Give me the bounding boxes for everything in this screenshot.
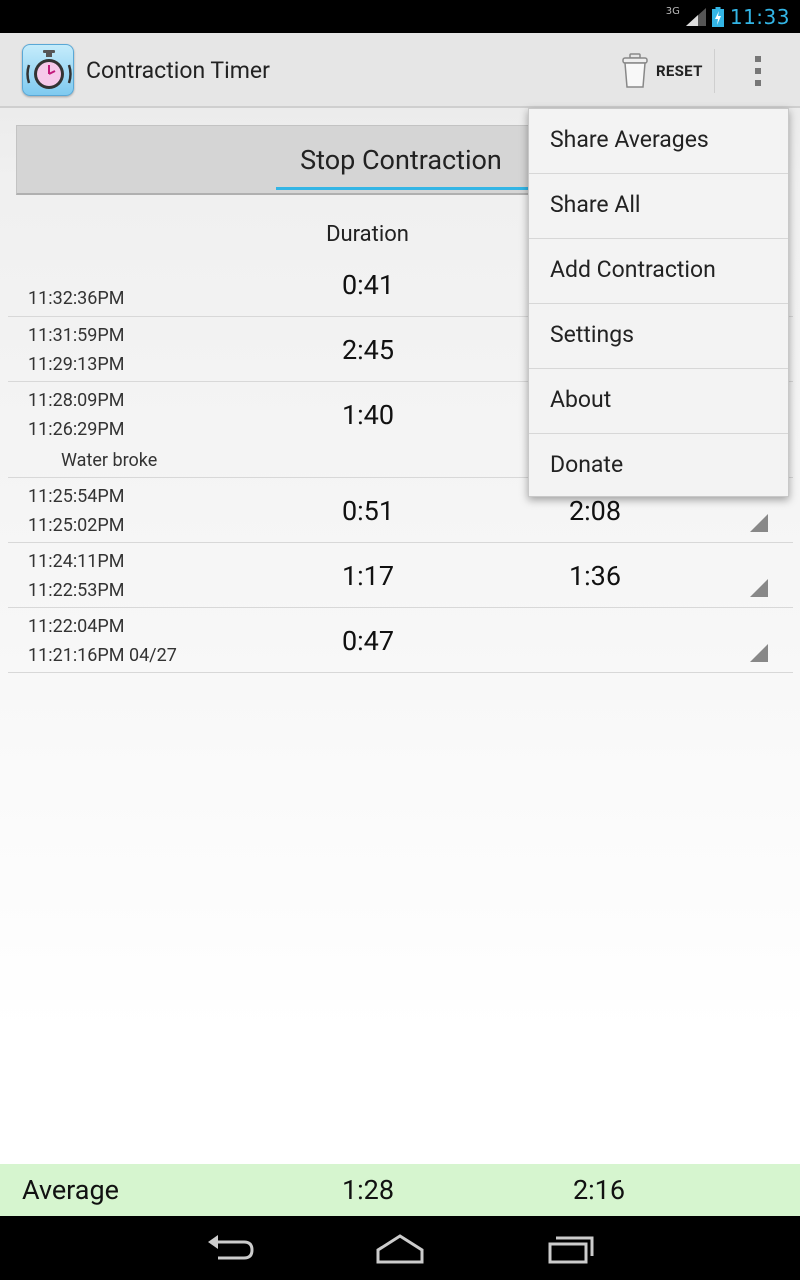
reset-button[interactable]: RESET xyxy=(612,45,712,97)
menu-item-share-averages[interactable]: Share Averages xyxy=(529,109,788,174)
end-time: 11:26:29PM xyxy=(28,419,125,440)
app-title: Contraction Timer xyxy=(86,57,270,84)
duration-value: 0:47 xyxy=(341,625,395,657)
status-bar: 3G 11:33 xyxy=(0,0,800,33)
status-clock: 11:33 xyxy=(729,5,790,29)
duration-value: 1:17 xyxy=(341,560,395,592)
menu-item-label: Donate xyxy=(550,451,624,478)
duration-value: 0:41 xyxy=(341,269,395,301)
end-time: 11:32:36PM xyxy=(28,288,125,309)
average-footer: Average 1:28 2:16 xyxy=(0,1164,800,1216)
trash-icon xyxy=(622,53,648,88)
stopwatch-app-icon[interactable] xyxy=(22,44,74,96)
menu-item-label: Share All xyxy=(550,191,641,218)
reset-label: RESET xyxy=(656,62,703,80)
average-label: Average xyxy=(22,1174,119,1206)
table-row[interactable]: 11:24:11PM 11:22:53PM 1:17 1:36 xyxy=(8,543,793,608)
back-button[interactable] xyxy=(200,1228,260,1268)
overflow-dots-icon xyxy=(755,56,761,62)
start-time: 11:24:11PM xyxy=(28,551,125,572)
menu-item-about[interactable]: About xyxy=(529,369,788,434)
action-bar-divider xyxy=(714,49,715,93)
stop-button-accent-line xyxy=(276,187,530,190)
home-icon xyxy=(376,1234,424,1264)
menu-item-donate[interactable]: Donate xyxy=(529,434,788,499)
menu-item-label: Add Contraction xyxy=(550,256,716,283)
start-time: 11:28:09PM xyxy=(28,390,125,411)
duration-value: 0:51 xyxy=(341,495,395,527)
start-time: 11:31:59PM xyxy=(28,325,125,346)
average-duration: 1:28 xyxy=(341,1174,395,1206)
frequency-value: 2:08 xyxy=(568,495,622,527)
navigation-bar xyxy=(0,1216,800,1280)
duration-value: 1:40 xyxy=(341,399,395,431)
home-button[interactable] xyxy=(370,1228,430,1268)
expand-corner-icon[interactable] xyxy=(750,644,768,662)
menu-item-share-all[interactable]: Share All xyxy=(529,174,788,239)
table-row[interactable]: 11:22:04PM 11:21:16PM 04/27 0:47 xyxy=(8,608,793,673)
frequency-value: 1:36 xyxy=(568,560,622,592)
overflow-menu: Share Averages Share All Add Contraction… xyxy=(528,108,789,497)
end-time: 11:29:13PM xyxy=(28,354,125,375)
signal-icon xyxy=(685,8,706,26)
expand-corner-icon[interactable] xyxy=(750,579,768,597)
menu-item-add-contraction[interactable]: Add Contraction xyxy=(529,239,788,304)
overflow-dot xyxy=(755,80,761,86)
overflow-menu-button[interactable] xyxy=(736,45,780,97)
recent-apps-icon xyxy=(548,1236,594,1264)
stopwatch-icon xyxy=(26,50,72,89)
start-time: 11:25:54PM xyxy=(28,486,125,507)
end-time: 11:21:16PM 04/27 xyxy=(28,645,177,666)
menu-item-label: About xyxy=(550,386,612,413)
end-time: 11:22:53PM xyxy=(28,580,125,601)
status-icons: 3G 11:33 xyxy=(666,4,790,30)
duration-column-header: Duration xyxy=(326,222,409,247)
network-type: 3G xyxy=(665,5,680,17)
end-time: 11:25:02PM xyxy=(28,515,125,536)
menu-item-settings[interactable]: Settings xyxy=(529,304,788,369)
menu-item-label: Settings xyxy=(550,321,634,348)
back-icon xyxy=(208,1235,254,1260)
contraction-note: Water broke xyxy=(61,450,158,471)
menu-item-label: Share Averages xyxy=(550,126,709,153)
expand-corner-icon[interactable] xyxy=(750,514,768,532)
start-time: 11:22:04PM xyxy=(28,616,125,637)
average-frequency: 2:16 xyxy=(572,1174,626,1206)
action-bar: Contraction Timer RESET xyxy=(0,33,800,108)
overflow-dot xyxy=(755,68,761,74)
battery-charging-icon xyxy=(711,7,724,27)
recent-apps-button[interactable] xyxy=(542,1228,602,1268)
duration-value: 2:45 xyxy=(341,334,395,366)
